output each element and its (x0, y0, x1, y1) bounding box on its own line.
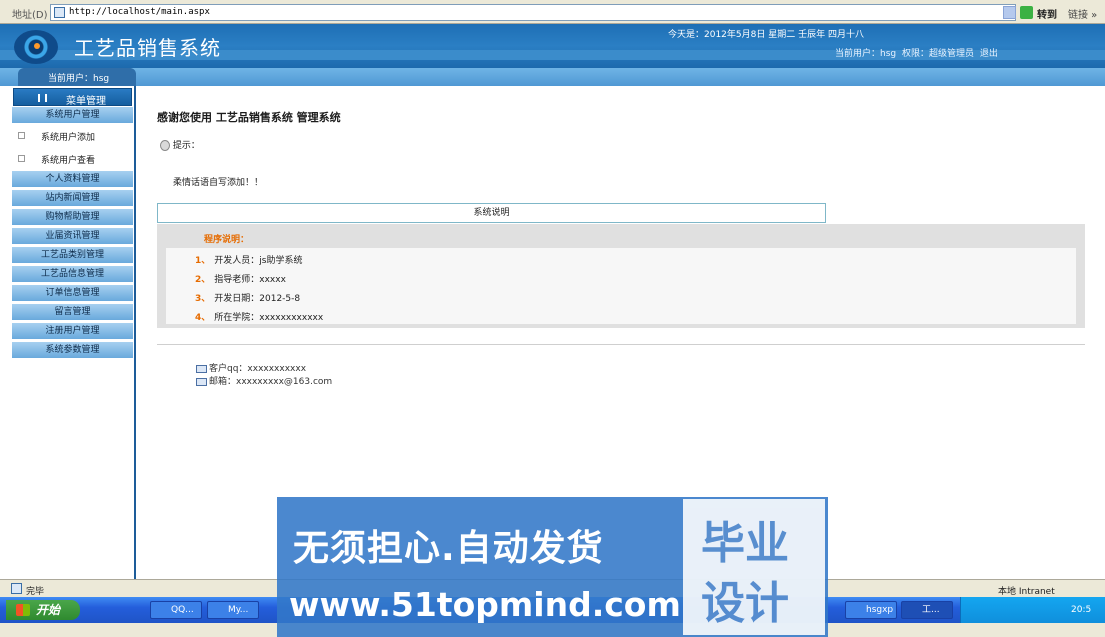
sidebar-user-label: 当前用户：hsg (48, 74, 110, 84)
page-status-icon (11, 583, 22, 594)
tip-label: 提示： (172, 141, 200, 151)
watermark-banner: 无须担心.自动发货 www.51topmind.com 毕业 设计 (277, 497, 828, 637)
page-title: 感谢您使用 工艺品销售系统 管理系统 (157, 111, 341, 124)
sidebar-item-system-user[interactable]: 系统用户管理 (12, 107, 133, 124)
row-text: 开发人员：js助学系统 (214, 256, 303, 266)
watermark-box-line2: 设计 (701, 578, 789, 629)
page-icon (54, 7, 65, 18)
watermark-box: 毕业 设计 (683, 499, 825, 635)
sidebar: 菜单管理 系统用户管理 系统用户添加 系统用户查看 个人资料管理 站内新闻管理 … (9, 86, 136, 579)
expand-icon (18, 155, 25, 162)
sidebar-item-product[interactable]: 工艺品信息管理 (12, 266, 133, 283)
watermark-line1: 无须担心.自动发货 (293, 528, 604, 569)
zone-text: 本地 Intranet (998, 587, 1055, 597)
row-number: 4、 (195, 313, 211, 323)
qq-text: 客户qq：xxxxxxxxxxx (209, 364, 307, 374)
panel-title: 程序说明： (204, 235, 250, 245)
taskbar-button-active[interactable]: 工... (901, 601, 953, 619)
sidebar-subitem-view-user[interactable]: 系统用户查看 (12, 149, 133, 169)
sidebar-item-help[interactable]: 购物帮助管理 (12, 209, 133, 226)
windows-logo-icon (16, 604, 30, 616)
permission: 权限：超级管理员 (901, 49, 974, 59)
status-text: 完毕 (26, 587, 45, 597)
address-dropdown-button[interactable] (1003, 6, 1016, 19)
contact-qq: 客户qq：xxxxxxxxxxx (196, 361, 306, 374)
menu-header[interactable]: 菜单管理 (13, 88, 132, 107)
sidebar-item-profile[interactable]: 个人资料管理 (12, 171, 133, 188)
date-text: 今天是：2012年5月8日 星期二 壬辰年 四月十八 (668, 30, 864, 40)
sidebar-item-params[interactable]: 系统参数管理 (12, 342, 133, 359)
address-bar: 地址(D) http://localhost/main.aspx 转到 链接 » (0, 0, 1105, 24)
sidebar-item-industry[interactable]: 业届资讯管理 (12, 228, 133, 245)
sidebar-item-registered-users[interactable]: 注册用户管理 (12, 323, 133, 340)
start-button[interactable]: 开始 (6, 600, 80, 620)
go-arrow-icon[interactable] (1020, 6, 1033, 19)
logout-link[interactable]: 退出 (980, 49, 998, 59)
row-number: 1、 (195, 256, 211, 266)
info-row: 4、 所在学院：xxxxxxxxxxxx (195, 310, 323, 323)
bulb-icon (160, 140, 170, 151)
address-label: 地址(D) (12, 10, 48, 21)
clock: 20:5 (1071, 605, 1092, 615)
expand-icon (18, 132, 25, 139)
app-title: 工艺品销售系统 (74, 36, 221, 60)
note-text: 柔情话语自写添加！！ (173, 178, 264, 188)
info-row: 3、 开发日期：2012-5-8 (195, 291, 300, 304)
row-text: 开发日期：2012-5-8 (214, 294, 301, 304)
logo-icon (14, 30, 58, 64)
subitem-label: 系统用户查看 (41, 156, 96, 166)
envelope-icon (196, 377, 207, 386)
info-panel: 程序说明： 1、 开发人员：js助学系统 2、 指导老师：xxxxx 3、 开发日期：… (157, 224, 1085, 328)
start-label: 开始 (36, 603, 61, 617)
watermark-box-line1: 毕业 (701, 518, 789, 569)
tip-line: 提示： (160, 138, 200, 151)
taskbar-button-hsgxp[interactable]: hsgxp (845, 601, 897, 619)
links-button[interactable]: 链接 » (1068, 6, 1097, 21)
email-text: 邮箱：xxxxxxxxx@163.com (209, 377, 333, 387)
info-row: 1、 开发人员：js助学系统 (195, 253, 302, 266)
watermark-line2: www.51topmind.com (289, 585, 681, 624)
subheader-bar (0, 68, 1105, 86)
row-number: 2、 (195, 275, 211, 285)
header-user-info: 当前用户：hsg 权限：超级管理员 退出 (835, 46, 998, 59)
go-button-label[interactable]: 转到 (1037, 6, 1057, 21)
address-input[interactable]: http://localhost/main.aspx (50, 4, 1016, 21)
sidebar-user-tab: 当前用户：hsg (18, 68, 136, 86)
row-number: 3、 (195, 294, 211, 304)
tab-system-info[interactable]: 系统说明 (157, 203, 826, 223)
sidebar-item-messages[interactable]: 留言管理 (12, 304, 133, 321)
taskbar-button-qq[interactable]: QQ... (150, 601, 202, 619)
sidebar-item-news[interactable]: 站内新闻管理 (12, 190, 133, 207)
address-url: http://localhost/main.aspx (69, 7, 210, 17)
menu-title: 菜单管理 (66, 96, 106, 107)
menu-icon (38, 94, 47, 102)
subitem-label: 系统用户添加 (41, 133, 96, 143)
row-text: 所在学院：xxxxxxxxxxxx (214, 313, 324, 323)
mail-icon (196, 364, 207, 373)
current-user: 当前用户：hsg (835, 49, 897, 59)
divider (157, 344, 1085, 345)
sidebar-subitem-add-user[interactable]: 系统用户添加 (12, 126, 133, 146)
sidebar-item-category[interactable]: 工艺品类别管理 (12, 247, 133, 264)
info-row: 2、 指导老师：xxxxx (195, 272, 286, 285)
taskbar-button-my[interactable]: My... (207, 601, 259, 619)
row-text: 指导老师：xxxxx (214, 275, 286, 285)
system-tray: 20:5 (960, 597, 1105, 623)
contact-email: 邮箱：xxxxxxxxx@163.com (196, 374, 332, 387)
sidebar-item-orders[interactable]: 订单信息管理 (12, 285, 133, 302)
